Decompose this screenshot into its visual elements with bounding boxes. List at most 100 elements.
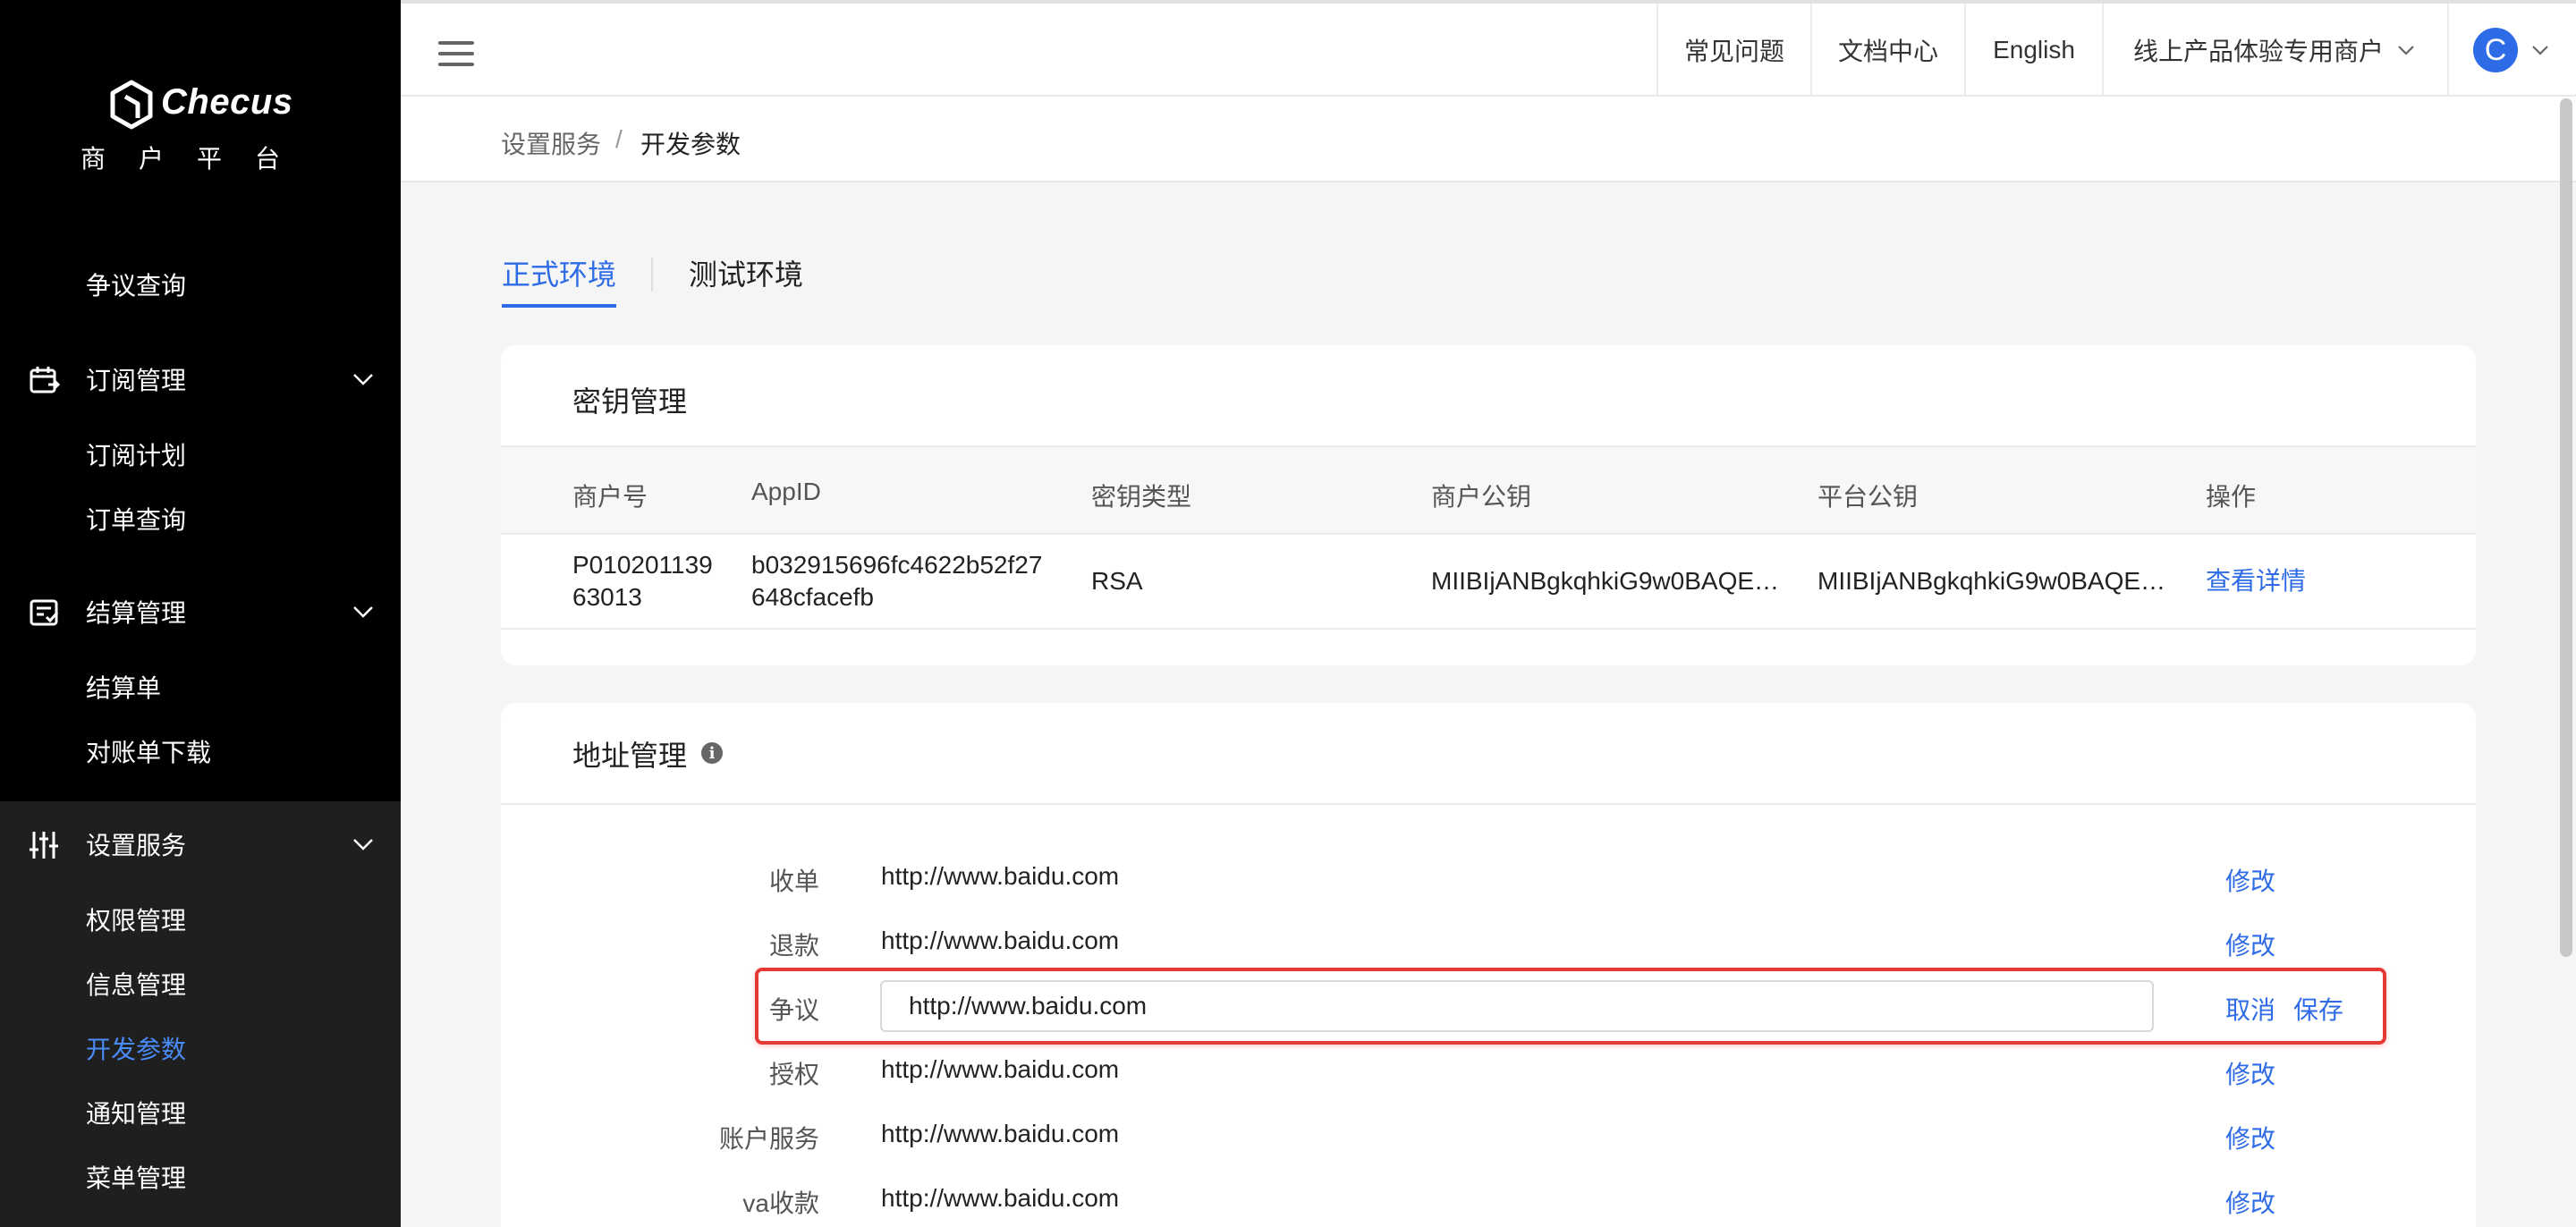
sidebar-item-label: 结算管理 <box>86 599 187 627</box>
merchant-no-line2: 63013 <box>572 583 642 611</box>
sidebar-item-label: 争议查询 <box>86 272 187 300</box>
logo-text: Checus <box>161 82 293 122</box>
address-label: 授权 <box>768 1061 819 1088</box>
sidebar-group-subscription[interactable]: 订阅管理 <box>0 351 401 408</box>
sliders-icon <box>30 832 58 859</box>
breadcrumb-separator: / <box>615 125 623 153</box>
column-key-type: 密钥类型 <box>1091 483 1192 511</box>
docs-link[interactable]: 文档中心 <box>1810 4 1964 97</box>
sidebar: Checus 商户平台 争议查询 订阅管理 订阅计划 订单查询 结算管理 结算单 <box>0 0 401 1227</box>
tab-test[interactable]: 测试环境 <box>689 252 803 293</box>
sidebar-item-menu-management[interactable]: 菜单管理 <box>0 1148 401 1206</box>
sidebar-item-permissions[interactable]: 权限管理 <box>0 891 401 948</box>
edit-link[interactable]: 修改 <box>2225 927 2275 962</box>
breadcrumb-current: 开发参数 <box>640 131 741 158</box>
address-label: 账户服务 <box>718 1125 819 1153</box>
sidebar-item-label: 设置服务 <box>86 832 187 859</box>
sidebar-group-settlement[interactable]: 结算管理 <box>0 583 401 640</box>
edit-link[interactable]: 修改 <box>2225 1184 2275 1220</box>
top-bar: 常见问题 文档中心 English 线上产品体验专用商户 C <box>401 0 2576 97</box>
merchant-no-line1: P010201139 <box>572 551 713 579</box>
sidebar-item-subscription-plan[interactable]: 订阅计划 <box>0 426 401 483</box>
table-row: P010201139 63013 b032915696fc4622b52f27 … <box>501 535 2476 630</box>
column-merchant-no: 商户号 <box>572 483 648 511</box>
key-type-cell: RSA <box>1091 567 1143 595</box>
sidebar-item-label: 对账单下载 <box>86 739 212 766</box>
address-label: 收单 <box>768 867 819 895</box>
appid-line1: b032915696fc4622b52f27 <box>751 551 1043 579</box>
logo-subtitle: 商户平台 <box>80 145 314 173</box>
key-management-title: 密钥管理 <box>572 385 688 418</box>
merchant-label: 线上产品体验专用商户 <box>2132 38 2384 65</box>
sidebar-item-label: 通知管理 <box>86 1100 187 1128</box>
sidebar-item-label: 订单查询 <box>86 506 187 534</box>
sidebar-group-settings[interactable]: 设置服务 <box>0 816 401 873</box>
user-menu[interactable]: C <box>2447 4 2576 97</box>
sidebar-item-label: 信息管理 <box>86 971 187 999</box>
tab-divider <box>651 258 653 292</box>
sidebar-item-label: 结算单 <box>86 674 162 702</box>
language-label: English <box>1993 36 2075 63</box>
view-details-link[interactable]: 查看详情 <box>2206 565 2306 597</box>
info-icon[interactable]: i <box>701 742 723 764</box>
merchant-no-cell: P010201139 63013 <box>572 549 713 614</box>
sidebar-item-label: 菜单管理 <box>86 1164 187 1192</box>
dispute-url-input[interactable]: http://www.baidu.com <box>880 980 2154 1032</box>
faq-label: 常见问题 <box>1683 38 1784 65</box>
appid-line2: 648cfacefb <box>751 583 874 611</box>
merchant-dropdown[interactable]: 线上产品体验专用商户 <box>2102 4 2447 97</box>
sidebar-item-label: 开发参数 <box>86 1036 187 1063</box>
hamburger-menu-icon[interactable] <box>438 39 474 68</box>
docs-label: 文档中心 <box>1837 38 1938 65</box>
sidebar-item-reconciliation-download[interactable]: 对账单下载 <box>0 723 401 780</box>
cancel-button[interactable]: 取消 <box>2225 991 2275 1027</box>
address-label: 退款 <box>768 932 819 960</box>
sidebar-item-notifications[interactable]: 通知管理 <box>0 1084 401 1141</box>
sidebar-item-settlement-statement[interactable]: 结算单 <box>0 658 401 715</box>
edit-link[interactable]: 修改 <box>2225 1120 2275 1155</box>
chevron-down-icon <box>353 606 373 618</box>
column-platform-pubkey: 平台公钥 <box>1818 483 1919 511</box>
column-actions: 操作 <box>2206 483 2257 511</box>
address-label: va收款 <box>742 1189 819 1217</box>
logo: Checus 商户平台 <box>0 72 401 179</box>
address-label: 争议 <box>768 996 819 1024</box>
address-value: http://www.baidu.com <box>881 1055 1120 1083</box>
address-value: http://www.baidu.com <box>881 1184 1120 1212</box>
edit-link[interactable]: 修改 <box>2225 1055 2275 1091</box>
faq-link[interactable]: 常见问题 <box>1657 4 1810 97</box>
sidebar-item-dispute-query[interactable]: 争议查询 <box>0 256 401 313</box>
address-value: http://www.baidu.com <box>881 862 1120 890</box>
sidebar-item-order-query[interactable]: 订单查询 <box>0 490 401 547</box>
checus-logo-icon <box>110 80 153 130</box>
sidebar-item-label: 订阅计划 <box>86 442 187 470</box>
page-scrollbar[interactable] <box>2560 98 2572 957</box>
sidebar-item-info-management[interactable]: 信息管理 <box>0 955 401 1012</box>
sidebar-item-label: 权限管理 <box>86 907 187 935</box>
language-switch[interactable]: English <box>1964 4 2102 97</box>
sidebar-item-label: 订阅管理 <box>86 367 187 394</box>
active-tab-indicator <box>502 304 616 308</box>
column-merchant-pubkey: 商户公钥 <box>1431 483 1532 511</box>
breadcrumb: 设置服务 / 开发参数 <box>401 97 2576 182</box>
address-management-card: 地址管理 i 收单 http://www.baidu.com 修改 退款 htt… <box>501 703 2476 1227</box>
chevron-down-icon <box>353 839 373 850</box>
column-appid: AppID <box>751 478 821 505</box>
chevron-down-icon <box>353 374 373 385</box>
edit-link[interactable]: 修改 <box>2225 862 2275 898</box>
address-value: http://www.baidu.com <box>881 1120 1120 1147</box>
platform-pubkey-cell: MIIBIjANBgkqhkiG9w0BAQE… <box>1818 567 2166 595</box>
calendar-arrow-icon <box>30 367 61 393</box>
table-header: 商户号 AppID 密钥类型 商户公钥 平台公钥 操作 <box>501 447 2476 535</box>
avatar: C <box>2473 28 2518 72</box>
address-value: http://www.baidu.com <box>881 927 1120 954</box>
sidebar-item-dev-params[interactable]: 开发参数 <box>0 1020 401 1077</box>
address-management-title: 地址管理 <box>572 740 688 772</box>
divider <box>501 803 2476 805</box>
breadcrumb-parent[interactable]: 设置服务 <box>501 125 601 161</box>
merchant-pubkey-cell: MIIBIjANBgkqhkiG9w0BAQE… <box>1431 567 1780 595</box>
chevron-down-icon <box>2398 46 2414 55</box>
tab-production[interactable]: 正式环境 <box>502 252 616 293</box>
key-management-card: 密钥管理 商户号 AppID 密钥类型 商户公钥 平台公钥 操作 P010201… <box>501 345 2476 665</box>
save-button[interactable]: 保存 <box>2293 991 2343 1027</box>
